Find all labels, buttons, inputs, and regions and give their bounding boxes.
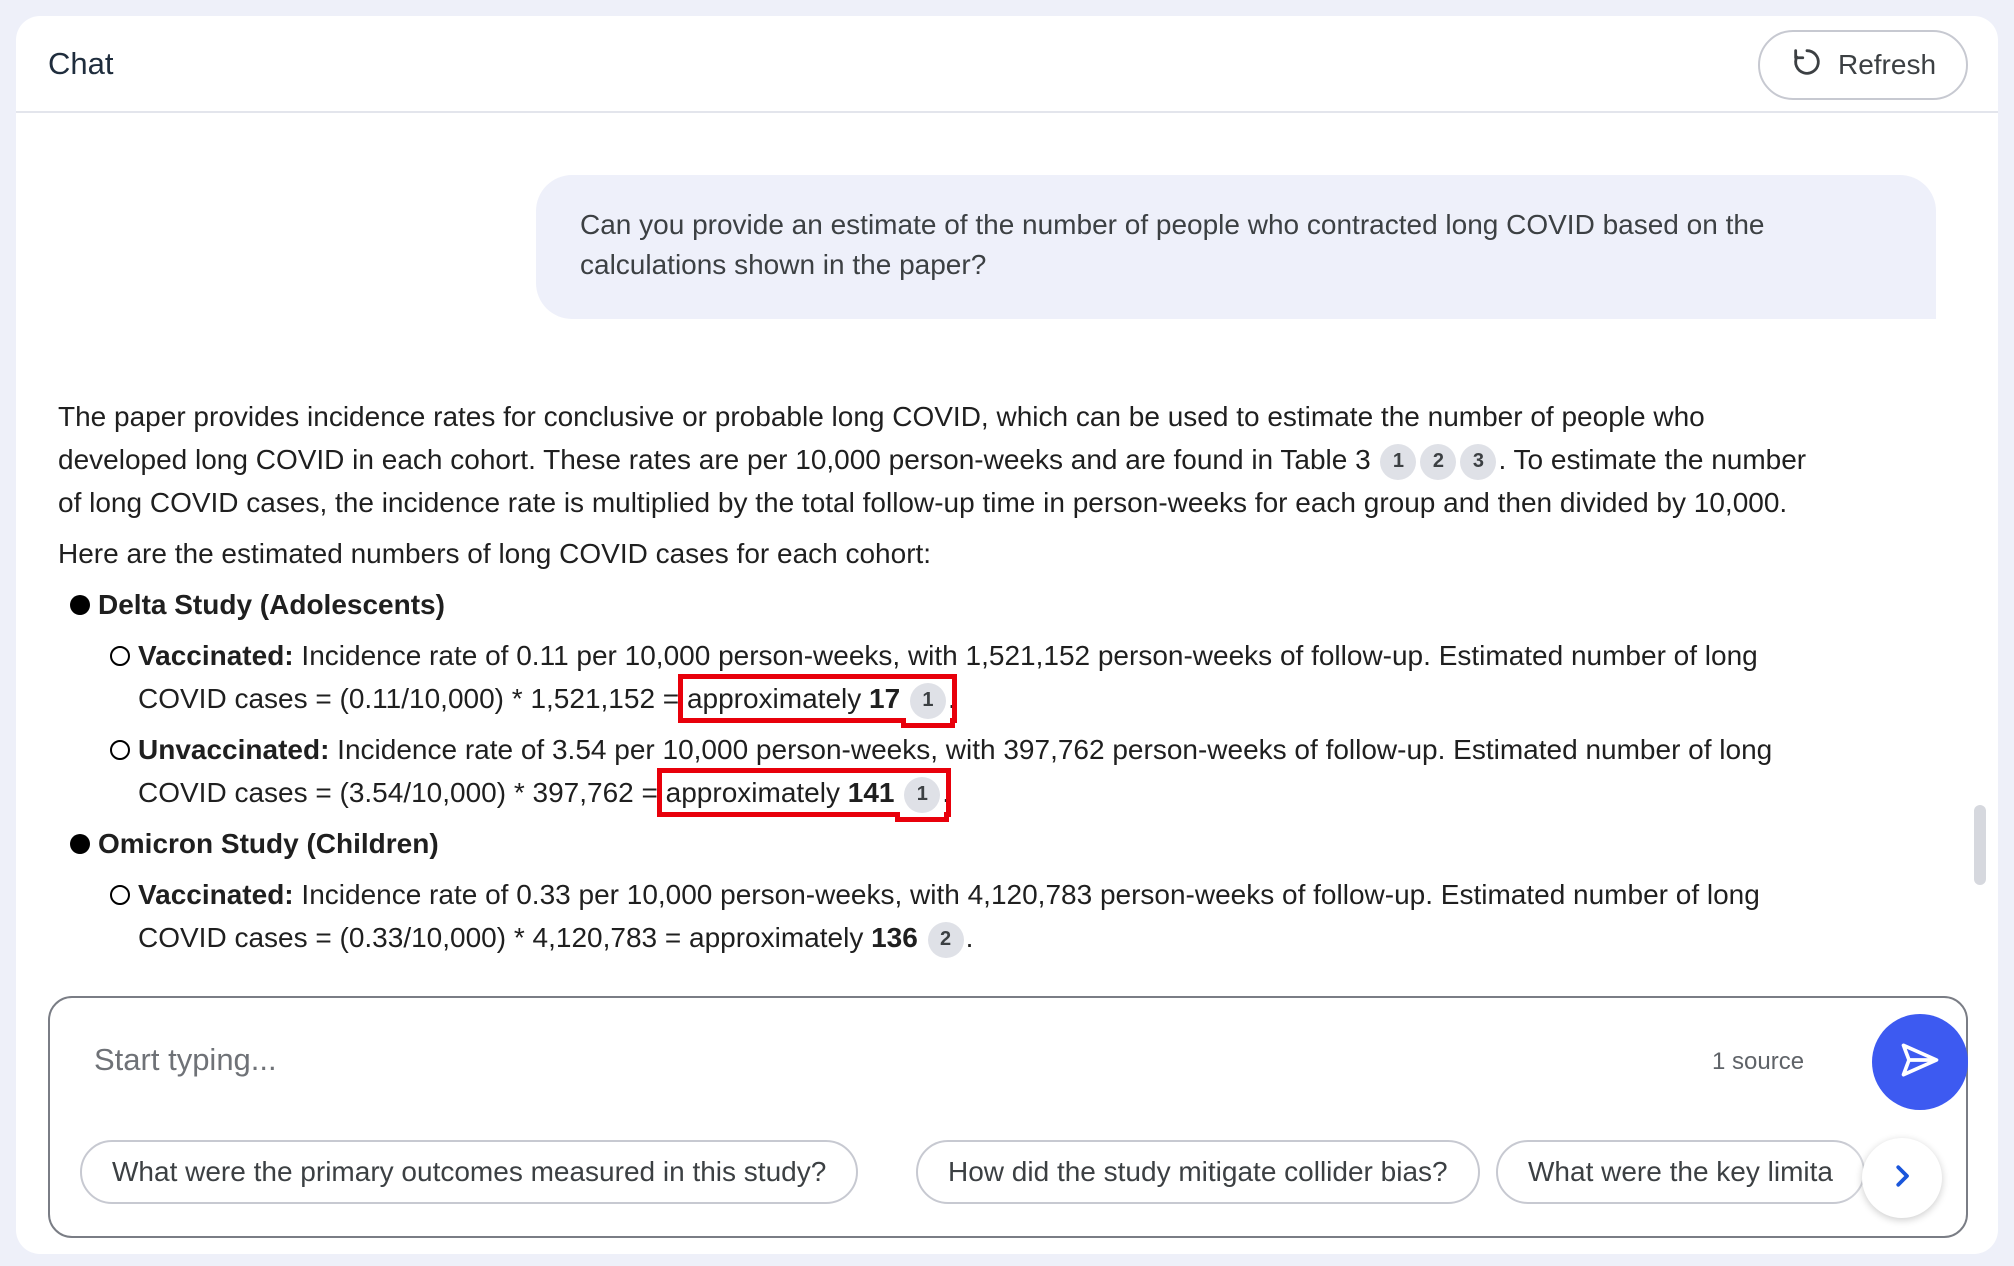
study-title: Delta Study (Adolescents) [98,589,445,620]
citation-badge[interactable]: 3 [1460,443,1497,480]
sub-bullet-icon [110,885,130,905]
chat-panel: Chat Refresh Can you provide an estimate… [16,16,1998,1254]
refresh-label: Refresh [1837,49,1937,80]
sub-bullet-icon [110,740,130,760]
bullet-icon [70,595,90,615]
source-count[interactable]: 1 source [1712,1048,1804,1076]
message-input[interactable] [94,1028,1294,1092]
bullet-icon [70,834,90,854]
highlighted-estimate: approximately 141 1 [656,768,952,817]
answer-intro: The paper provides incidence rates for c… [58,395,1818,524]
study-item: Delta Study (Adolescents) [58,583,1818,626]
estimate-value: 136 [871,922,918,953]
citation-badge[interactable]: 2 [1420,443,1457,480]
assistant-answer: The paper provides incidence rates for c… [58,395,1818,967]
scrollbar-thumb[interactable] [1974,805,1986,885]
group-label: Vaccinated: [138,640,294,671]
suggestion-chips: What were the primary outcomes measured … [80,1140,1950,1204]
citation-badge[interactable]: 1 [1380,443,1417,480]
next-suggestions-button[interactable] [1862,1138,1942,1218]
citation-badge[interactable]: 1 [904,776,941,813]
group-item: Vaccinated: Incidence rate of 0.33 per 1… [58,873,1818,959]
highlighted-estimate: approximately 17 1 [677,674,957,723]
estimate-prefix: approximately [665,777,848,808]
user-message: Can you provide an estimate of the numbe… [536,175,1936,319]
estimate-value: 17 [869,683,901,714]
send-icon [1898,1038,1942,1087]
group-label: Vaccinated: [138,879,294,910]
composer: 1 source What were the primary outcomes … [48,996,1968,1238]
group-item: Unvaccinated: Incidence rate of 3.54 per… [58,728,1818,817]
sentence-end: . [947,683,956,714]
estimate-value: 141 [847,777,895,808]
chat-header: Chat Refresh [16,16,1998,113]
citation-badge[interactable]: 1 [909,682,946,719]
suggestion-chip[interactable]: What were the key limita [1496,1140,1865,1204]
citation-badge[interactable]: 2 [927,921,964,958]
study-title: Omicron Study (Children) [98,828,439,859]
estimate-prefix: approximately [689,922,872,953]
chevron-right-icon [1887,1161,1917,1196]
sub-bullet-icon [110,646,130,666]
send-button[interactable] [1872,1014,1968,1110]
refresh-button[interactable]: Refresh [1758,30,1968,100]
page-title: Chat [48,46,114,81]
group-item: Vaccinated: Incidence rate of 0.11 per 1… [58,634,1818,723]
answer-lead: Here are the estimated numbers of long C… [58,538,932,569]
sentence-end: . [942,777,951,808]
estimate-prefix: approximately [686,683,870,714]
group-label: Unvaccinated: [138,734,330,765]
answer-intro-text: The paper provides incidence rates for c… [58,401,1705,475]
suggestion-chip[interactable]: What were the primary outcomes measured … [80,1140,859,1204]
group-text: Incidence rate of 3.54 per 10,000 person… [138,734,1773,808]
refresh-icon [1790,45,1824,86]
chat-scroll-area[interactable]: Can you provide an estimate of the numbe… [16,115,1998,1005]
suggestion-chip[interactable]: How did the study mitigate collider bias… [916,1140,1480,1204]
study-item: Omicron Study (Children) [58,822,1818,865]
sentence-end: . [965,922,974,953]
